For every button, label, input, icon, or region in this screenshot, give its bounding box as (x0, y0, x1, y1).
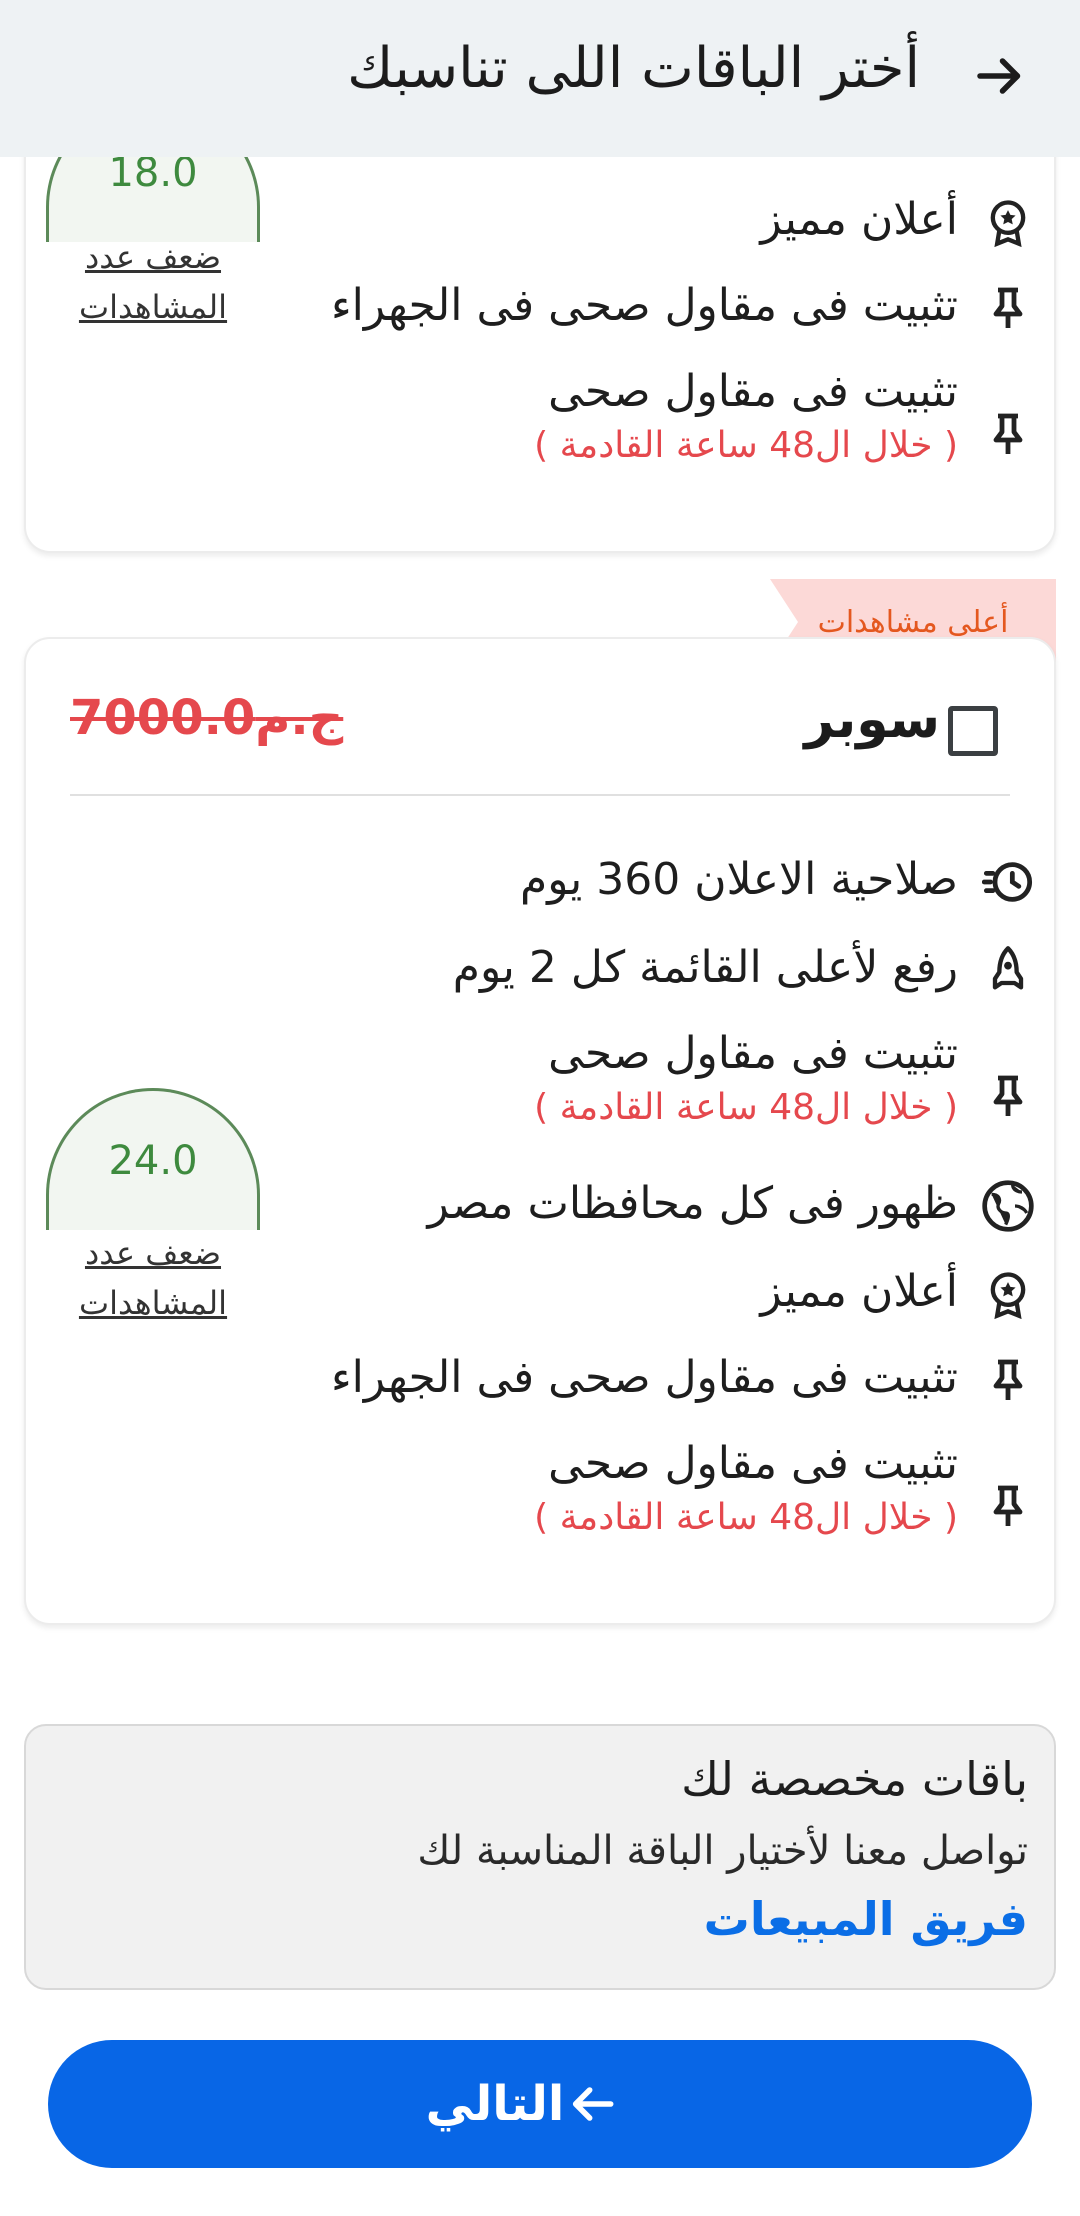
package-name: سوبر (804, 690, 940, 750)
divider (70, 794, 1010, 796)
feature-item: أعلان مميز (760, 192, 1038, 252)
feature-item: رفع لأعلى القائمة كل 2 يوم (453, 940, 1038, 1000)
sales-team-link[interactable]: فريق المبيعات (704, 1892, 1028, 1946)
package-checkbox[interactable] (948, 706, 998, 756)
pin-icon (978, 1476, 1038, 1536)
feature-text: أعلان مميز (760, 194, 958, 245)
feature-text: تثبيت فى مقاول صحى فى الجهراء (330, 1352, 958, 1403)
pin-icon (978, 404, 1038, 464)
next-button[interactable]: التالي (48, 2040, 1032, 2168)
page-title: أختر الباقات اللى تناسبك (347, 36, 920, 101)
custom-packages-box: باقات مخصصة لك تواصل معنا لأختيار الباقة… (24, 1724, 1056, 1990)
feature-item: تثبيت فى مقاول صحى ( خلال ال48 ساعة القا… (534, 1436, 1038, 1544)
feature-item: تثبيت فى مقاول صحى ( خلال ال48 ساعة القا… (534, 1026, 1038, 1134)
award-icon (978, 192, 1038, 252)
views-multiplier-label[interactable]: ضعف عدد المشاهدات (46, 232, 260, 332)
globe-icon (978, 1176, 1038, 1236)
feature-text: تثبيت فى مقاول صحى (548, 366, 958, 417)
feature-text: أعلان مميز (760, 1266, 958, 1317)
award-icon (978, 1264, 1038, 1324)
feature-item: أعلان مميز (760, 1264, 1038, 1324)
feature-subtext: ( خلال ال48 ساعة القادمة ) (534, 1087, 958, 1128)
pin-icon (978, 1350, 1038, 1410)
arrow-right-icon[interactable] (970, 46, 1030, 106)
feature-text: تثبيت فى مقاول صحى (548, 1438, 958, 1489)
feature-text: تثبيت فى مقاول صحى فى الجهراء (330, 280, 958, 331)
feature-text: رفع لأعلى القائمة كل 2 يوم (452, 942, 958, 993)
app-header: أختر الباقات اللى تناسبك (0, 0, 1080, 157)
custom-packages-description: تواصل معنا لأختيار الباقة المناسبة لك (417, 1828, 1028, 1874)
pin-icon (978, 278, 1038, 338)
package-header: 7000.0ج.م سوبر (46, 690, 1034, 762)
timer-icon (978, 852, 1038, 912)
pin-icon (978, 1066, 1038, 1126)
feature-item: تثبيت فى مقاول صحى فى الجهراء (331, 1350, 1038, 1410)
next-button-label: التالي (425, 2076, 565, 2132)
feature-item: تثبيت فى مقاول صحى ( خلال ال48 ساعة القا… (534, 364, 1038, 472)
feature-text: تثبيت فى مقاول صحى (548, 1028, 958, 1079)
feature-text: صلاحية الاعلان 360 يوم (520, 854, 958, 905)
feature-item: ظهور فى كل محافظات مصر (427, 1176, 1038, 1236)
feature-text: ظهور فى كل محافظات مصر (427, 1178, 958, 1229)
arrow-left-icon (573, 2087, 614, 2121)
ribbon-label: أعلى مشاهدات (817, 604, 1009, 640)
feature-subtext: ( خلال ال48 ساعة القادمة ) (534, 1497, 958, 1538)
custom-packages-title: باقات مخصصة لك (681, 1752, 1028, 1806)
package-price: 7000.0ج.م (70, 690, 344, 746)
feature-item: تثبيت فى مقاول صحى فى الجهراء (331, 278, 1038, 338)
rocket-icon (978, 940, 1038, 1000)
feature-item: صلاحية الاعلان 360 يوم (520, 852, 1038, 912)
views-multiplier-value: 24.0 (108, 1137, 198, 1184)
feature-subtext: ( خلال ال48 ساعة القادمة ) (534, 425, 958, 466)
views-multiplier-label[interactable]: ضعف عدد المشاهدات (46, 1228, 260, 1328)
